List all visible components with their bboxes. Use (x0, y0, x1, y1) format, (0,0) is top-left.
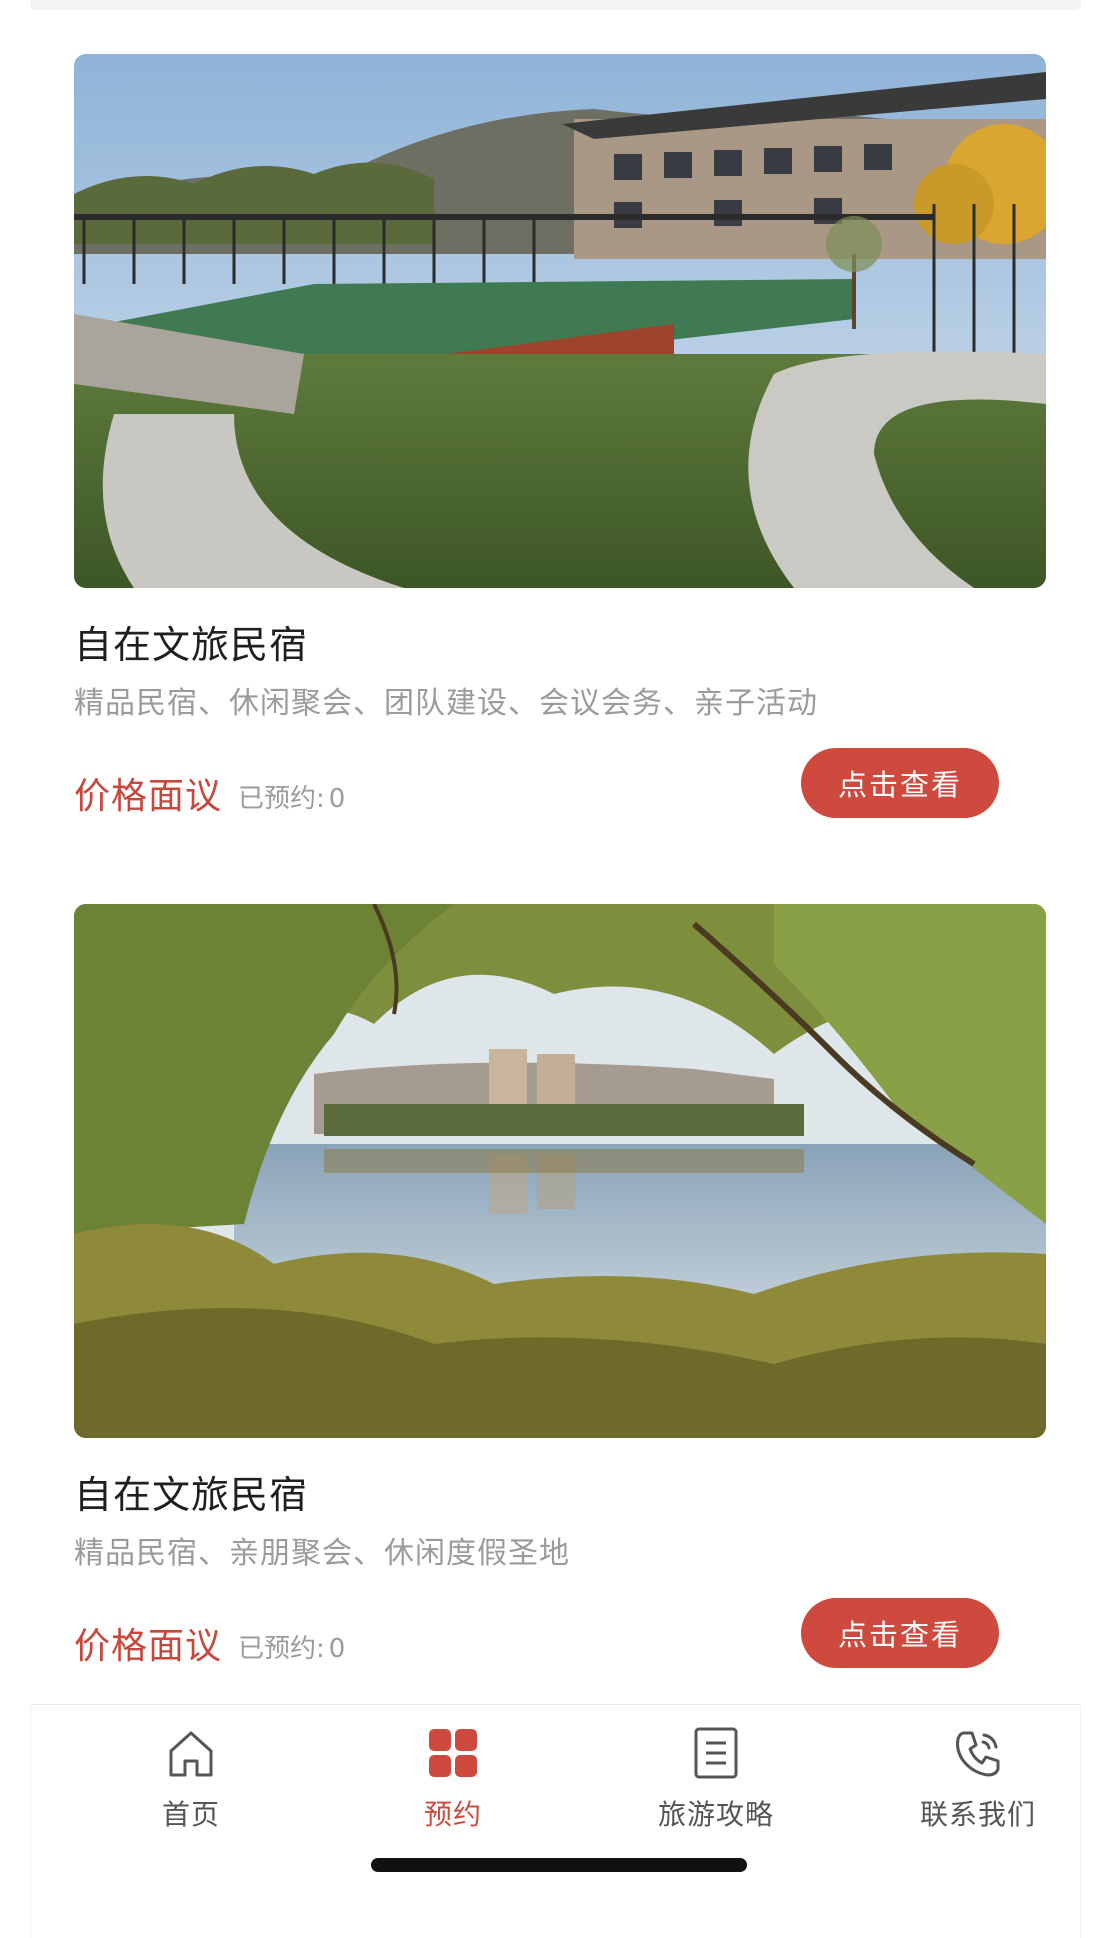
listing-card[interactable]: 自在文旅民宿 精品民宿、亲朋聚会、休闲度假圣地 价格面议 已预约: 0 点击查看 (74, 904, 1046, 1694)
home-icon (169, 1731, 213, 1777)
view-details-button[interactable]: 点击查看 (801, 1598, 999, 1668)
grid-icon (429, 1729, 477, 1777)
price-label: 价格面议 (74, 1626, 223, 1667)
bottom-tab-bar: 首页 预约 旅游攻略 联系我们 (30, 1704, 1081, 1938)
tab-label: 联系我们 (919, 1798, 1036, 1831)
booked-label: 已预约: (238, 1634, 325, 1664)
tab-label: 首页 (161, 1798, 220, 1831)
phone-icon (956, 1731, 1000, 1777)
tab-contact-us[interactable]: 联系我们 (878, 1725, 1078, 1845)
booked-number: 0 (328, 1634, 346, 1664)
tab-label: 旅游攻略 (657, 1798, 774, 1831)
home-indicator[interactable] (371, 1858, 747, 1872)
previous-card-edge (30, 0, 1081, 10)
listing-tags: 精品民宿、亲朋聚会、休闲度假圣地 (74, 1536, 570, 1571)
booked-count: 已预约: 0 (234, 1628, 345, 1665)
tab-booking[interactable]: 预约 (353, 1725, 553, 1845)
booked-number: 0 (328, 784, 346, 814)
listing-photo-courtyard[interactable] (74, 54, 1046, 588)
listing-card[interactable]: 自在文旅民宿 精品民宿、休闲聚会、团队建设、会议会务、亲子活动 价格面议 已预约… (74, 54, 1046, 844)
booked-label: 已预约: (238, 784, 325, 814)
document-icon (694, 1727, 738, 1779)
view-details-button[interactable]: 点击查看 (801, 748, 999, 818)
booked-count: 已预约: 0 (234, 778, 345, 815)
listing-title: 自在文旅民宿 (74, 623, 309, 667)
listing-tags: 精品民宿、休闲聚会、团队建设、会议会务、亲子活动 (74, 686, 818, 721)
tab-travel-guide[interactable]: 旅游攻略 (616, 1725, 816, 1845)
tab-home[interactable]: 首页 (91, 1725, 291, 1845)
listing-title: 自在文旅民宿 (74, 1473, 309, 1517)
price-label: 价格面议 (74, 776, 223, 817)
tab-label: 预约 (423, 1798, 482, 1831)
listing-photo-lake[interactable] (74, 904, 1046, 1438)
booking-page: 自在文旅民宿 精品民宿、休闲聚会、团队建设、会议会务、亲子活动 价格面议 已预约… (0, 0, 1111, 1938)
